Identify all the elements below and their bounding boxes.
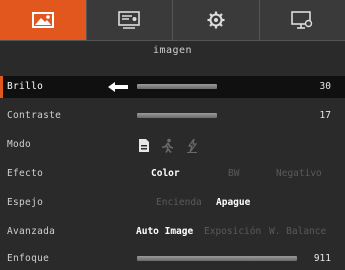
- menu-row-brillo[interactable]: Brillo 30: [0, 76, 345, 98]
- brillo-label: Brillo: [7, 81, 44, 92]
- efecto-option-negativo[interactable]: Negativo: [276, 163, 322, 185]
- enfoque-value: 911: [313, 253, 331, 264]
- contraste-slider[interactable]: [137, 113, 217, 118]
- flash-icon[interactable]: [186, 138, 198, 153]
- avanzada-option-w-balance[interactable]: W. Balance: [269, 221, 326, 243]
- menu-row-efecto[interactable]: Efecto Color BW Negativo: [0, 163, 345, 185]
- tab-monitor[interactable]: [260, 0, 345, 40]
- enter-arrow-icon: [108, 82, 128, 92]
- menu-row-avanzada[interactable]: Avanzada Auto Image Exposición W. Balanc…: [0, 221, 345, 243]
- espejo-label: Espejo: [7, 197, 44, 208]
- document-icon[interactable]: [138, 138, 150, 153]
- menu-row-contraste[interactable]: Contraste 17: [0, 105, 345, 127]
- monitor-icon: [291, 11, 313, 29]
- gear-icon: [207, 11, 225, 29]
- presentation-icon: [118, 11, 141, 29]
- enfoque-slider[interactable]: [137, 256, 297, 261]
- contraste-label: Contraste: [7, 110, 62, 121]
- tab-bar: [0, 0, 345, 41]
- osd-menu: imagen Brillo 30 Contraste 17 Modo Efect…: [0, 0, 345, 270]
- avanzada-option-auto-image[interactable]: Auto Image: [136, 221, 193, 243]
- efecto-option-color[interactable]: Color: [151, 163, 180, 185]
- efecto-option-bw[interactable]: BW: [228, 163, 239, 185]
- image-icon: [31, 12, 54, 28]
- menu-row-enfoque[interactable]: Enfoque 911: [0, 248, 345, 270]
- brillo-value: 30: [319, 81, 331, 92]
- efecto-label: Efecto: [7, 168, 44, 179]
- menu-row-modo[interactable]: Modo: [0, 134, 345, 156]
- tab-presentation[interactable]: [87, 0, 173, 40]
- menu-row-espejo[interactable]: Espejo Encienda Apague: [0, 192, 345, 214]
- tab-image[interactable]: [0, 0, 87, 40]
- enfoque-label: Enfoque: [7, 253, 50, 264]
- avanzada-option-exposicion[interactable]: Exposición: [204, 221, 261, 243]
- page-title: imagen: [152, 45, 193, 56]
- modo-label: Modo: [7, 139, 32, 150]
- brillo-slider[interactable]: [137, 84, 217, 89]
- contraste-value: 17: [319, 110, 331, 121]
- tab-settings[interactable]: [173, 0, 260, 40]
- espejo-option-encienda[interactable]: Encienda: [156, 192, 202, 214]
- running-person-icon[interactable]: [160, 138, 174, 153]
- avanzada-label: Avanzada: [7, 226, 56, 237]
- espejo-option-apague[interactable]: Apague: [216, 192, 250, 214]
